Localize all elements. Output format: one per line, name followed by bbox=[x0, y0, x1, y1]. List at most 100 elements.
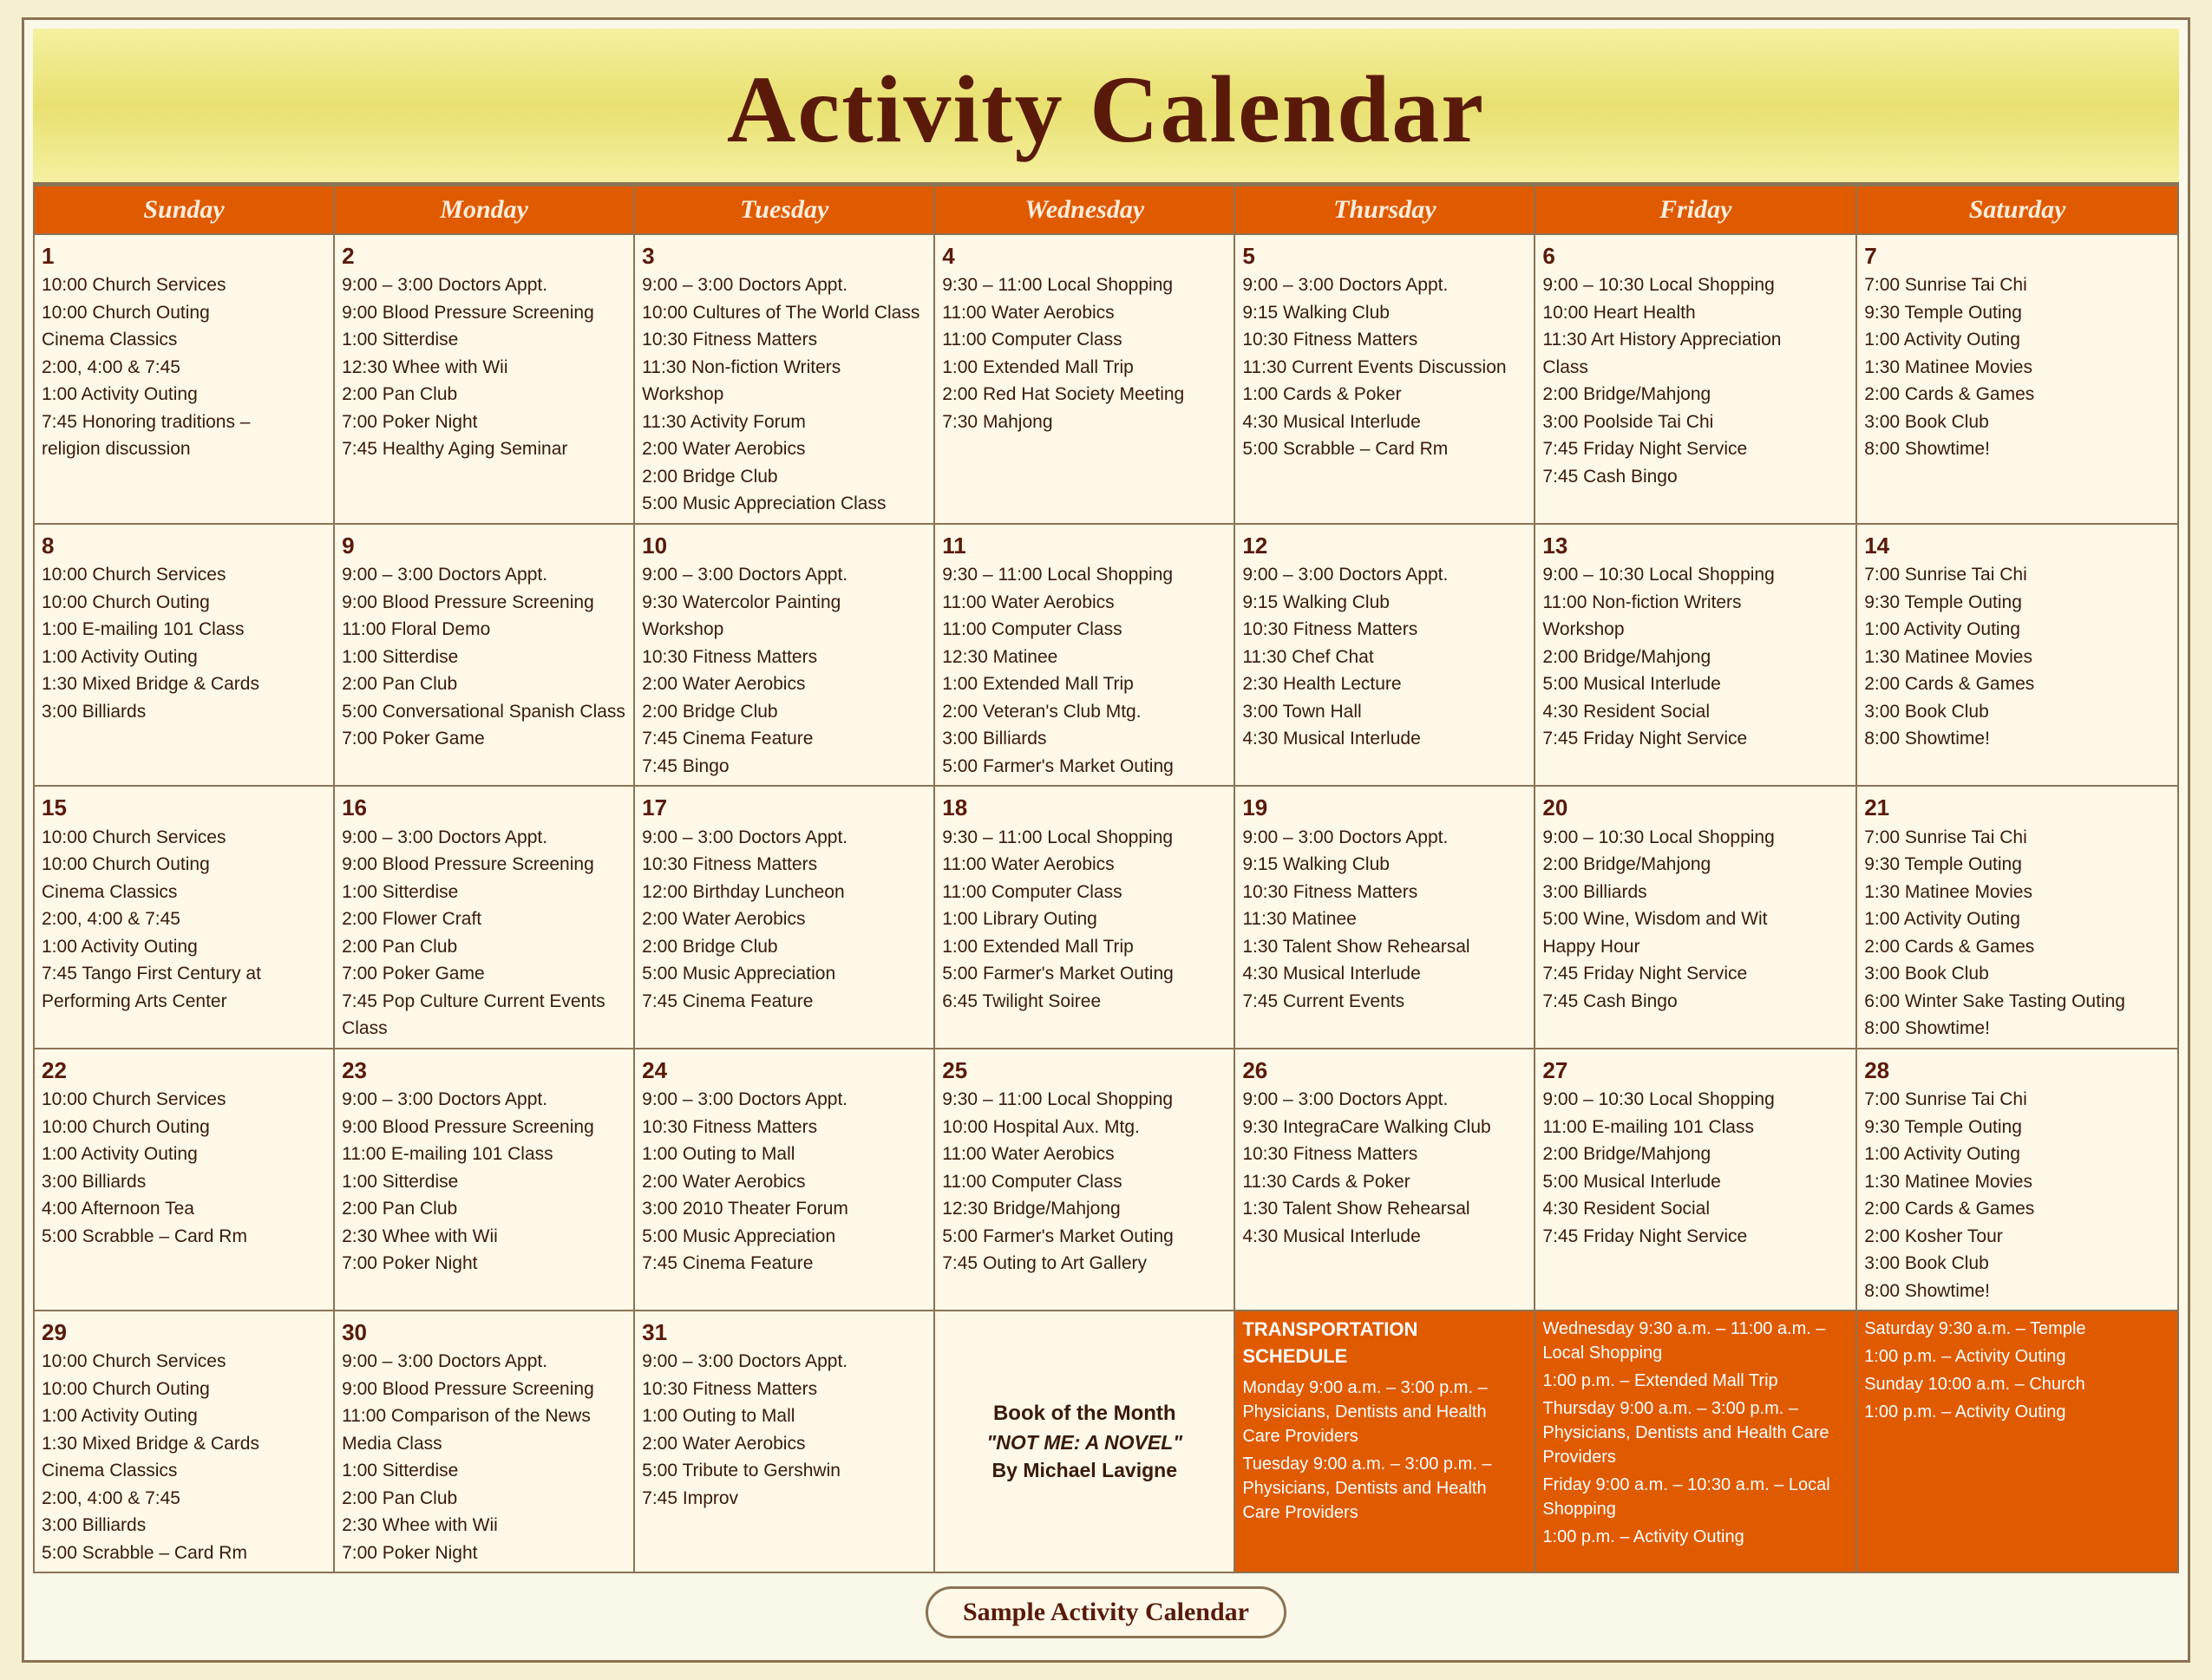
day-cell: 69:00 – 10:30 Local Shopping10:00 Heart … bbox=[1535, 234, 1856, 524]
transport-cell-sat-sun: Saturday 9:30 a.m. – Temple1:00 p.m. – A… bbox=[1856, 1311, 2178, 1572]
event-item: 11:00 Water Aerobics bbox=[942, 851, 1227, 879]
event-item: Class bbox=[1542, 354, 1849, 382]
day-number: 14 bbox=[1864, 530, 1889, 561]
event-item: 6:45 Twilight Soiree bbox=[942, 988, 1227, 1016]
event-item: 2:00 Water Aerobics bbox=[642, 1168, 926, 1196]
event-item: Media Class bbox=[342, 1430, 626, 1458]
event-item: 5:00 Farmer's Market Outing bbox=[942, 753, 1227, 781]
day-events: 9:00 – 3:00 Doctors Appt.10:00 Cultures … bbox=[642, 271, 926, 518]
event-item: 10:00 Church Outing bbox=[42, 1376, 326, 1403]
event-item: 1:00 Sitterdise bbox=[342, 326, 626, 354]
day-number: 16 bbox=[342, 792, 367, 823]
event-item: 11:30 Matinee bbox=[1242, 905, 1527, 933]
event-item: Happy Hour bbox=[1542, 933, 1849, 961]
day-cell: 109:00 – 3:00 Doctors Appt.9:30 Watercol… bbox=[634, 524, 934, 786]
day-number: 18 bbox=[942, 792, 967, 823]
event-item: 12:00 Birthday Luncheon bbox=[642, 879, 926, 906]
footer-badge: Sample Activity Calendar bbox=[926, 1586, 1286, 1638]
event-item: 2:00 Water Aerobics bbox=[642, 905, 926, 933]
event-item: 2:00 Pan Club bbox=[342, 670, 626, 698]
day-cell: 139:00 – 10:30 Local Shopping11:00 Non-f… bbox=[1535, 524, 1856, 786]
day-cell: 209:00 – 10:30 Local Shopping2:00 Bridge… bbox=[1535, 786, 1856, 1048]
event-item: 7:00 Poker Game bbox=[342, 725, 626, 753]
event-item: 11:00 E-mailing 101 Class bbox=[1542, 1114, 1849, 1141]
event-item: 7:00 Poker Game bbox=[342, 960, 626, 988]
event-item: 10:00 Heart Health bbox=[1542, 299, 1849, 327]
header-sunday: Sunday bbox=[34, 186, 334, 234]
event-item: 1:30 Mixed Bridge & Cards bbox=[42, 1430, 326, 1458]
event-item: 11:30 Activity Forum bbox=[642, 409, 926, 436]
event-item: 10:00 Church Services bbox=[42, 271, 326, 299]
day-cell: 269:00 – 3:00 Doctors Appt.9:30 IntegraC… bbox=[1234, 1049, 1535, 1311]
event-item: 2:00 Bridge/Mahjong bbox=[1542, 381, 1849, 409]
day-number: 13 bbox=[1542, 530, 1567, 561]
day-cell: 1510:00 Church Services10:00 Church Outi… bbox=[34, 786, 334, 1048]
header-saturday: Saturday bbox=[1856, 186, 2178, 234]
day-events: 9:00 – 3:00 Doctors Appt.9:00 Blood Pres… bbox=[342, 271, 626, 463]
event-item: 9:00 – 3:00 Doctors Appt. bbox=[342, 1086, 626, 1114]
transport-line: Friday 9:00 a.m. – 10:30 a.m. – Local Sh… bbox=[1542, 1473, 1849, 1521]
event-item: 9:00 – 3:00 Doctors Appt. bbox=[1242, 1086, 1527, 1114]
event-item: 5:00 Scrabble – Card Rm bbox=[42, 1539, 326, 1567]
event-item: 1:30 Matinee Movies bbox=[1864, 644, 2170, 671]
event-item: 9:00 – 3:00 Doctors Appt. bbox=[642, 1086, 926, 1114]
event-item: 5:00 Farmer's Market Outing bbox=[942, 1223, 1227, 1251]
day-cell: 179:00 – 3:00 Doctors Appt.10:30 Fitness… bbox=[634, 786, 934, 1048]
day-number: 1 bbox=[42, 240, 54, 271]
day-cell: 49:30 – 11:00 Local Shopping11:00 Water … bbox=[934, 234, 1234, 524]
event-item: 1:30 Matinee Movies bbox=[1864, 879, 2170, 906]
week-row-2: 810:00 Church Services10:00 Church Outin… bbox=[34, 524, 2178, 786]
day-number: 4 bbox=[942, 240, 954, 271]
event-item: 11:00 Floral Demo bbox=[342, 616, 626, 644]
day-events: 10:00 Church Services10:00 Church Outing… bbox=[42, 824, 326, 1016]
event-item: 7:00 Poker Night bbox=[342, 1539, 626, 1567]
event-item: 7:45 Healthy Aging Seminar bbox=[342, 435, 626, 463]
event-item: 10:30 Fitness Matters bbox=[1242, 616, 1527, 644]
event-item: 2:00, 4:00 & 7:45 bbox=[42, 354, 326, 382]
event-item: 7:00 Sunrise Tai Chi bbox=[1864, 561, 2170, 589]
day-cell: 39:00 – 3:00 Doctors Appt.10:00 Cultures… bbox=[634, 234, 934, 524]
event-item: 9:00 – 10:30 Local Shopping bbox=[1542, 824, 1849, 852]
day-cell: 119:30 – 11:00 Local Shopping11:00 Water… bbox=[934, 524, 1234, 786]
event-item: 2:00 Pan Club bbox=[342, 933, 626, 961]
day-number: 19 bbox=[1242, 792, 1267, 823]
event-item: 7:00 Poker Night bbox=[342, 1250, 626, 1278]
event-item: Cinema Classics bbox=[42, 879, 326, 906]
event-item: 11:30 Cards & Poker bbox=[1242, 1168, 1527, 1196]
header-monday: Monday bbox=[334, 186, 634, 234]
event-item: 3:00 Book Club bbox=[1864, 409, 2170, 436]
event-item: 11:00 Comparison of the News bbox=[342, 1402, 626, 1430]
event-item: 3:00 Town Hall bbox=[1242, 698, 1527, 726]
event-item: 7:45 Outing to Art Gallery bbox=[942, 1250, 1227, 1278]
transport-line: 1:00 p.m. – Activity Outing bbox=[1864, 1344, 2170, 1369]
event-item: 3:00 Book Club bbox=[1864, 1250, 2170, 1278]
header-thursday: Thursday bbox=[1234, 186, 1535, 234]
event-item: 1:00 Library Outing bbox=[942, 905, 1227, 933]
event-item: 9:00 – 10:30 Local Shopping bbox=[1542, 561, 1849, 589]
event-item: 9:00 – 3:00 Doctors Appt. bbox=[642, 561, 926, 589]
day-events: 9:30 – 11:00 Local Shopping11:00 Water A… bbox=[942, 271, 1227, 435]
event-item: 11:00 Non-fiction Writers bbox=[1542, 589, 1849, 617]
event-item: 1:00 Sitterdise bbox=[342, 644, 626, 671]
event-item: 7:45 Friday Night Service bbox=[1542, 1223, 1849, 1251]
event-item: 3:00 Billiards bbox=[1542, 879, 1849, 906]
event-item: Performing Arts Center bbox=[42, 988, 326, 1016]
day-number: 17 bbox=[642, 792, 667, 823]
event-item: 7:45 Cash Bingo bbox=[1542, 988, 1849, 1016]
event-item: 12:30 Matinee bbox=[942, 644, 1227, 671]
event-item: 5:00 Wine, Wisdom and Wit bbox=[1542, 905, 1849, 933]
day-number: 22 bbox=[42, 1055, 67, 1086]
event-item: 3:00 Book Club bbox=[1864, 698, 2170, 726]
header-row: Sunday Monday Tuesday Wednesday Thursday… bbox=[34, 186, 2178, 234]
event-item: 9:30 IntegraCare Walking Club bbox=[1242, 1114, 1527, 1141]
event-item: 1:00 Extended Mall Trip bbox=[942, 354, 1227, 382]
event-item: 5:00 Musical Interlude bbox=[1542, 1168, 1849, 1196]
event-item: 9:00 – 3:00 Doctors Appt. bbox=[642, 824, 926, 852]
event-item: 11:00 E-mailing 101 Class bbox=[342, 1141, 626, 1168]
day-events: 9:00 – 3:00 Doctors Appt.9:15 Walking Cl… bbox=[1242, 824, 1527, 1016]
transport-line: Thursday 9:00 a.m. – 3:00 p.m. – Physici… bbox=[1542, 1396, 1849, 1469]
day-number: 3 bbox=[642, 240, 654, 271]
event-item: 2:30 Whee with Wii bbox=[342, 1223, 626, 1251]
event-item: Class bbox=[342, 1015, 626, 1043]
event-item: 4:30 Resident Social bbox=[1542, 1195, 1849, 1223]
